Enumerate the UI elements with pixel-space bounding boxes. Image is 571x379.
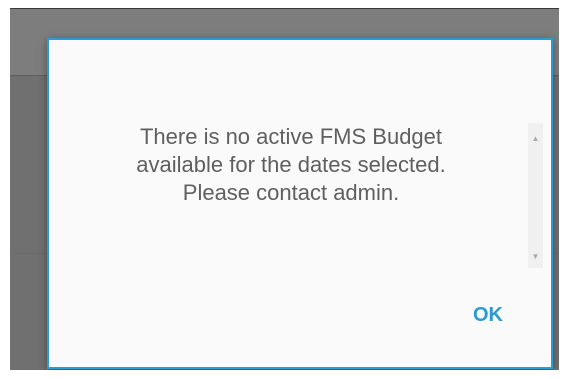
scroll-up-icon[interactable]: ▲	[528, 131, 543, 146]
app-background: There is no active FMS Budget available …	[10, 8, 559, 370]
dialog-message-line: Please contact admin.	[182, 180, 400, 205]
dialog-message: There is no active FMS Budget available …	[73, 123, 509, 207]
alert-dialog: There is no active FMS Budget available …	[47, 38, 553, 369]
scroll-down-icon[interactable]: ▼	[528, 249, 543, 264]
message-scrollbar[interactable]: ▲ ▼	[528, 123, 543, 268]
ok-button[interactable]: OK	[473, 304, 503, 327]
dialog-message-line: available for the dates selected.	[136, 152, 446, 177]
dialog-message-line: There is no active FMS Budget	[139, 124, 443, 149]
